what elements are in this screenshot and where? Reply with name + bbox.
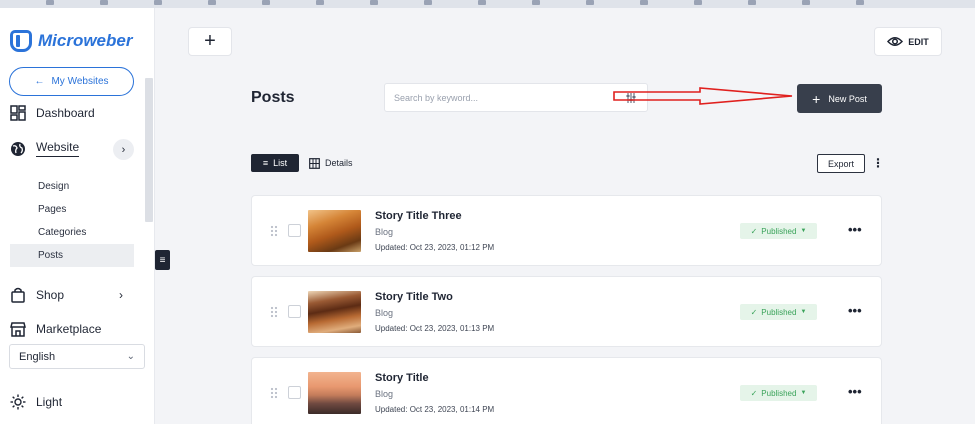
status-label: Published (761, 388, 797, 398)
dashboard-icon (10, 105, 26, 121)
drag-handle-icon[interactable] (270, 225, 278, 237)
post-checkbox[interactable] (288, 224, 301, 237)
edit-label: EDIT (908, 36, 929, 47)
annotation-arrow (613, 87, 793, 105)
sidebar-item-dashboard[interactable]: Dashboard (10, 105, 95, 121)
search-box[interactable] (384, 83, 648, 112)
language-select[interactable]: English ⌄ (9, 344, 145, 369)
brand-logo[interactable]: Microweber (10, 30, 132, 52)
post-title[interactable]: Story Title (375, 372, 429, 384)
new-post-label: New Post (828, 93, 867, 104)
sidebar-scrollbar[interactable] (145, 78, 153, 222)
status-label: Published (761, 307, 797, 317)
sidebar-subitem-categories[interactable]: Categories (10, 221, 134, 244)
globe-icon (11, 141, 25, 156)
export-button[interactable]: Export (817, 154, 865, 173)
post-updated: Updated: Oct 23, 2023, 01:12 PM (375, 243, 495, 252)
post-thumbnail[interactable] (308, 210, 361, 252)
sidebar-item-label: Website (36, 140, 80, 157)
list-icon: ≡ (262, 158, 269, 168)
sun-icon (10, 394, 26, 410)
view-details-label: Details (325, 158, 353, 168)
check-icon: ✓ (750, 388, 758, 398)
microweber-logo-icon (10, 30, 32, 52)
sidebar-subitem-design[interactable]: Design (10, 175, 134, 198)
post-updated: Updated: Oct 23, 2023, 01:14 PM (375, 405, 495, 414)
post-title[interactable]: Story Title Three (375, 210, 462, 222)
status-badge[interactable]: ✓ Published ▼ (740, 304, 817, 320)
chevron-down-icon: ▼ (800, 228, 807, 234)
page-title: Posts (251, 89, 295, 106)
add-button[interactable]: + (188, 27, 232, 56)
new-post-button[interactable]: + New Post (797, 84, 882, 113)
post-category: Blog (375, 389, 394, 399)
sidebar-item-label: Dashboard (36, 106, 95, 120)
view-list-toggle[interactable]: ≡ List (251, 154, 299, 172)
store-icon (10, 322, 26, 337)
chevron-down-icon: ▼ (800, 309, 807, 315)
post-checkbox[interactable] (288, 386, 301, 399)
edit-button[interactable]: EDIT (874, 27, 942, 56)
sidebar-item-website[interactable]: Website (10, 140, 80, 157)
browser-tab-strip (0, 0, 975, 8)
list-item[interactable]: Story Title Two Blog Updated: Oct 23, 20… (251, 276, 882, 347)
search-input[interactable] (385, 84, 605, 111)
more-horizontal-icon[interactable]: ••• (848, 222, 862, 237)
sidebar-item-label: Light (36, 395, 63, 409)
status-badge[interactable]: ✓ Published ▼ (740, 385, 817, 401)
plus-icon: + (204, 30, 216, 52)
chevron-down-icon: ▼ (800, 390, 807, 396)
website-expand-button[interactable]: › (113, 139, 134, 160)
sidebar-item-marketplace[interactable]: Marketplace (10, 321, 101, 337)
chevron-right-icon: › (121, 143, 126, 156)
more-horizontal-icon[interactable]: ••• (848, 384, 862, 399)
sidebar-subitem-label: Categories (38, 227, 87, 238)
grid-table-icon (309, 157, 320, 169)
check-icon: ✓ (750, 307, 758, 317)
plus-icon: + (812, 90, 821, 107)
check-icon: ✓ (750, 226, 758, 236)
sidebar-subitem-posts[interactable]: Posts (10, 244, 134, 267)
post-category: Blog (375, 227, 394, 237)
list-item[interactable]: Story Title Blog Updated: Oct 23, 2023, … (251, 357, 882, 424)
shopping-bag-icon (11, 287, 25, 303)
chevron-down-icon: ⌄ (126, 351, 135, 362)
post-thumbnail[interactable] (308, 372, 361, 414)
list-item[interactable]: Story Title Three Blog Updated: Oct 23, … (251, 195, 882, 266)
post-thumbnail[interactable] (308, 291, 361, 333)
more-vertical-icon[interactable]: ⋮ (872, 155, 884, 172)
chevron-right-icon[interactable]: › (119, 288, 123, 302)
post-updated: Updated: Oct 23, 2023, 01:13 PM (375, 324, 495, 333)
menu-lines-icon: ≡ (159, 254, 166, 266)
sidebar-item-label: Shop (36, 288, 65, 302)
post-title[interactable]: Story Title Two (375, 291, 453, 303)
eye-icon (887, 37, 904, 46)
sidebar: Microweber ← My Websites Dashboard Websi… (0, 8, 155, 424)
my-websites-button[interactable]: ← My Websites (9, 67, 134, 96)
drag-handle-icon[interactable] (270, 306, 278, 318)
my-websites-label: My Websites (51, 76, 109, 87)
view-details-toggle[interactable]: Details (309, 154, 353, 172)
status-label: Published (761, 226, 797, 236)
brand-name: Microweber (38, 31, 133, 50)
sidebar-subitem-label: Posts (38, 250, 64, 261)
sidebar-item-shop[interactable]: Shop (10, 287, 64, 303)
sidebar-collapse-toggle[interactable]: ≡ (155, 250, 170, 270)
post-checkbox[interactable] (288, 305, 301, 318)
sidebar-subitem-pages[interactable]: Pages (10, 198, 134, 221)
theme-toggle-light[interactable]: Light (10, 394, 62, 410)
sidebar-subitem-label: Pages (38, 204, 67, 215)
view-list-label: List (273, 158, 288, 168)
sidebar-item-label: Marketplace (36, 322, 102, 336)
arrow-left-icon: ← (34, 76, 45, 87)
status-badge[interactable]: ✓ Published ▼ (740, 223, 817, 239)
language-value: English (19, 350, 56, 363)
drag-handle-icon[interactable] (270, 387, 278, 399)
post-category: Blog (375, 308, 394, 318)
more-horizontal-icon[interactable]: ••• (848, 303, 862, 318)
sidebar-subitem-label: Design (38, 181, 70, 192)
